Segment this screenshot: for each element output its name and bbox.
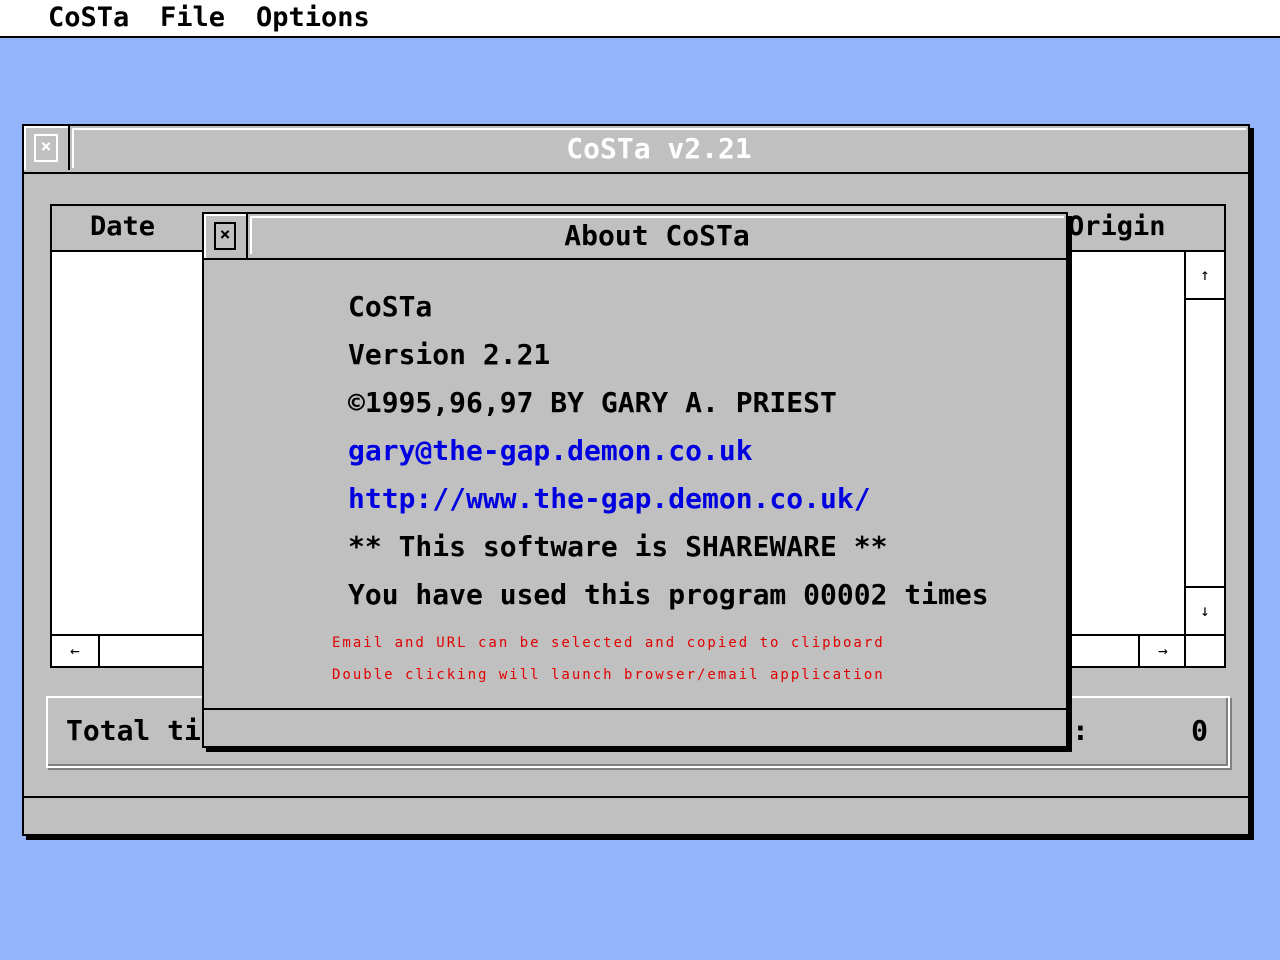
- about-app-name: CoSTa: [348, 290, 433, 323]
- menu-options[interactable]: Options: [256, 2, 370, 34]
- scrollbar-corner: [1184, 634, 1224, 666]
- close-icon: ×: [214, 222, 236, 250]
- main-window-title: CoSTa v2.21: [566, 132, 752, 165]
- menu-file[interactable]: File: [160, 2, 225, 34]
- column-date[interactable]: Date: [90, 210, 155, 244]
- about-dialog-title: About CoSTa: [564, 219, 750, 252]
- main-window-close-button[interactable]: ×: [24, 126, 70, 170]
- about-dialog-status-bar: [204, 708, 1066, 746]
- main-window-title-area[interactable]: CoSTa v2.21: [72, 128, 1246, 168]
- about-dialog-titlebar[interactable]: × About CoSTa: [204, 214, 1066, 260]
- scroll-up-arrow-icon[interactable]: ↑: [1186, 252, 1224, 300]
- about-hint-launch: Double clicking will launch browser/emai…: [332, 667, 885, 683]
- about-dialog-title-area[interactable]: About CoSTa: [250, 216, 1064, 254]
- about-dialog-close-button[interactable]: ×: [204, 214, 248, 258]
- about-email-link[interactable]: gary@the-gap.demon.co.uk: [348, 434, 753, 468]
- column-origin[interactable]: Origin: [1068, 210, 1166, 244]
- scroll-left-arrow-icon[interactable]: ←: [52, 636, 100, 666]
- about-version: Version 2.21: [348, 338, 551, 371]
- about-url-link[interactable]: http://www.the-gap.demon.co.uk/: [348, 482, 871, 516]
- scroll-down-arrow-icon[interactable]: ↓: [1186, 586, 1224, 634]
- total-count-value: 0: [1191, 714, 1208, 747]
- main-window-status-bar: [24, 796, 1248, 834]
- about-shareware-notice: ** This software is SHAREWARE **: [348, 530, 888, 563]
- close-icon: ×: [34, 134, 58, 162]
- menu-costa[interactable]: CoSTa: [48, 2, 129, 34]
- about-copyright: ©1995,96,97 BY GARY A. PRIEST: [348, 386, 837, 419]
- total-count-colon: :: [1072, 714, 1089, 747]
- main-window-titlebar[interactable]: × CoSTa v2.21: [24, 126, 1248, 174]
- total-time-label: Total tim: [66, 714, 218, 747]
- scroll-right-arrow-icon[interactable]: →: [1138, 636, 1186, 666]
- menu-bar: CoSTa File Options: [0, 0, 1280, 38]
- vertical-scrollbar[interactable]: ↑ ↓: [1184, 252, 1224, 634]
- about-hint-copy: Email and URL can be selected and copied…: [332, 635, 885, 651]
- about-usage-count: You have used this program 00002 times: [348, 578, 989, 611]
- about-dialog: × About CoSTa CoSTa Version 2.21 ©1995,9…: [202, 212, 1068, 748]
